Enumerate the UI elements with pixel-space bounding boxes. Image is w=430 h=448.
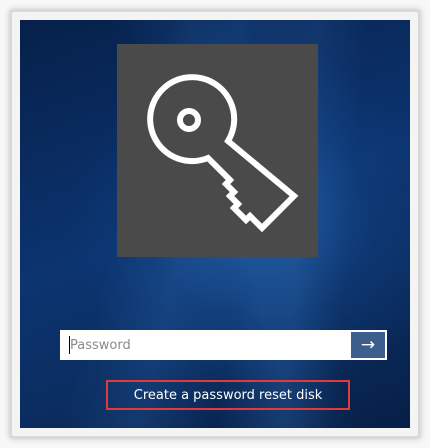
password-input[interactable]	[60, 330, 351, 360]
lock-screen: → Create a password reset disk	[20, 20, 410, 428]
reset-link-label: Create a password reset disk	[133, 387, 323, 403]
key-icon	[147, 74, 299, 233]
arrow-right-icon: →	[360, 335, 376, 355]
submit-button[interactable]: →	[351, 330, 387, 360]
create-password-reset-disk-link[interactable]: Create a password reset disk	[106, 380, 350, 410]
text-caret	[69, 336, 70, 354]
password-row: →	[60, 330, 387, 360]
user-tile	[117, 44, 318, 257]
